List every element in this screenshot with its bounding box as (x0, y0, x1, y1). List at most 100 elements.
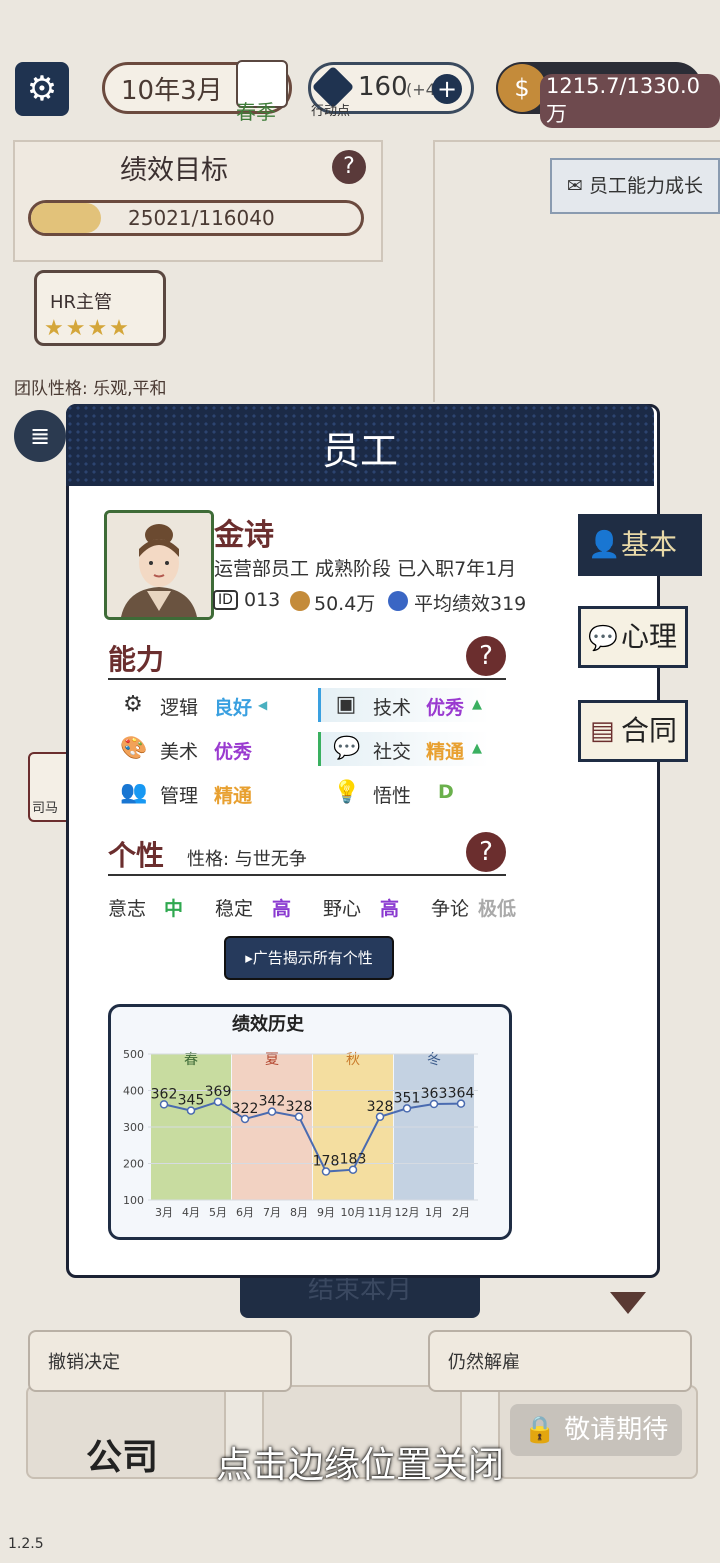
tab-basic-label: 基本 (621, 528, 678, 561)
team-icon: 👥 (120, 780, 148, 805)
trend-up-icon: ▲ (472, 697, 482, 712)
data-label: 178 (313, 1154, 340, 1170)
x-tick-label: 4月 (182, 1206, 200, 1219)
version-label: 1.2.5 (8, 1536, 44, 1552)
data-label: 342 (259, 1094, 286, 1110)
trait-label-dispute: 争论 (431, 898, 470, 920)
modal-title: 员工 (321, 429, 398, 473)
employee-name: 金诗 (214, 518, 274, 553)
tab-contract-label: 合同 (621, 714, 678, 747)
ability-divider (108, 678, 506, 680)
coin-icon (290, 591, 310, 611)
ability-label-insight: 悟性 (373, 785, 412, 807)
ability-value-social: 精通 (426, 741, 465, 763)
ability-value-tech: 优秀 (426, 697, 465, 719)
trait-label-stable: 稳定 (215, 898, 254, 920)
data-label: 363 (421, 1086, 448, 1102)
person-icon: 👤 (588, 530, 621, 560)
revoke-decision-button[interactable]: 撤销决定 (28, 1330, 292, 1392)
hr-manager-title: HR主管 (50, 292, 113, 313)
trend-icon: ◀ (258, 698, 268, 712)
reveal-personality-ad-button[interactable]: ▸广告揭示所有个性 (224, 936, 394, 980)
goal-progress-text: 25021/116040 (128, 206, 275, 230)
goal-help-button[interactable]: ? (332, 150, 366, 184)
ability-value-manage: 精通 (214, 785, 253, 807)
trait-label-ambition: 野心 (323, 898, 362, 920)
trait-value-ambition: 高 (380, 898, 400, 920)
employee-id: 013 (244, 589, 281, 611)
data-label: 362 (151, 1086, 178, 1102)
employee-growth-button[interactable]: ✉ 员工能力成长 (550, 158, 720, 214)
x-tick-label: 9月 (317, 1206, 335, 1219)
speech-bubble-icon: 💬 (588, 624, 618, 652)
y-tick-label: 200 (123, 1158, 144, 1171)
ability-value-art: 优秀 (214, 741, 253, 763)
money-bag-icon: $ (498, 64, 546, 112)
data-label: 183 (340, 1152, 367, 1168)
chat-icon: 💬 (333, 736, 361, 761)
x-tick-label: 12月 (395, 1206, 420, 1219)
document-icon: ▤ (590, 716, 615, 746)
employee-subinfo: 运营部员工 成熟阶段 已入职7年1月 (214, 558, 517, 580)
employee-salary: 50.4万 (314, 593, 376, 615)
id-tag: ID (213, 590, 238, 610)
hr-stars: ★★★★ (44, 316, 131, 341)
season-label: 春季 (236, 100, 276, 124)
logic-icon: ⚙ (123, 692, 143, 717)
x-tick-label: 11月 (368, 1206, 393, 1219)
trait-label-will: 意志 (108, 898, 147, 920)
average-performance: 平均绩效319 (414, 593, 527, 615)
fire-anyway-button[interactable]: 仍然解雇 (428, 1330, 692, 1392)
data-label: 345 (178, 1093, 205, 1109)
ability-label-art: 美术 (160, 741, 199, 763)
lightbulb-icon: 💡 (333, 780, 361, 805)
laptop-icon: ▣ (335, 692, 357, 717)
personality-help-button[interactable]: ? (466, 832, 506, 872)
character-text: 性格: 与世无争 (187, 849, 307, 870)
trend-up-icon: ▲ (472, 741, 482, 756)
arrow-down-icon (610, 1292, 646, 1314)
y-tick-label: 300 (123, 1121, 144, 1134)
team-trait: 团队性格: 乐观,平和 (14, 379, 167, 399)
ability-label-tech: 技术 (373, 697, 412, 719)
x-tick-label: 10月 (341, 1206, 366, 1219)
y-tick-label: 400 (123, 1085, 144, 1098)
x-tick-label: 5月 (209, 1206, 227, 1219)
action-points-value: 160 (358, 72, 408, 102)
personality-divider (108, 874, 506, 876)
trait-value-dispute: 极低 (478, 898, 517, 920)
ability-label-manage: 管理 (160, 785, 199, 807)
chart-title: 绩效历史 (232, 1014, 304, 1035)
money-value: 1215.7/1330.0万 (540, 74, 720, 128)
x-tick-label: 3月 (155, 1206, 173, 1219)
x-tick-label: 8月 (290, 1206, 308, 1219)
data-label: 369 (205, 1084, 232, 1100)
ability-title: 能力 (108, 643, 165, 676)
settings-gear-icon[interactable]: ⚙ (15, 62, 69, 116)
trait-value-will: 中 (164, 898, 184, 920)
add-action-points-button[interactable]: + (432, 74, 462, 104)
data-label: 328 (367, 1099, 394, 1115)
ability-help-button[interactable]: ? (466, 636, 506, 676)
date-text: 10年3月 (121, 76, 223, 106)
data-label: 351 (394, 1090, 421, 1106)
y-tick-label: 100 (123, 1194, 144, 1207)
x-tick-label: 2月 (452, 1206, 470, 1219)
x-tick-label: 6月 (236, 1206, 254, 1219)
data-label: 328 (286, 1099, 313, 1115)
employee-avatar (104, 510, 214, 620)
trait-value-stable: 高 (272, 898, 292, 920)
data-label: 364 (448, 1086, 475, 1102)
goal-title: 绩效目标 (120, 155, 228, 186)
ability-value-insight: D (438, 781, 454, 803)
palette-icon: 🎨 (120, 736, 148, 761)
list-icon[interactable]: ≣ (14, 410, 66, 462)
tab-psychology-label: 心理 (621, 620, 678, 653)
ability-value-logic: 良好 (214, 697, 253, 719)
y-tick-label: 500 (123, 1048, 144, 1061)
goal-progress-fill (31, 203, 101, 233)
employee-growth-label: 员工能力成长 (588, 175, 703, 197)
close-hint: 点击边缘位置关闭 (215, 1445, 504, 1486)
ability-label-social: 社交 (373, 741, 412, 763)
x-tick-label: 1月 (425, 1206, 443, 1219)
